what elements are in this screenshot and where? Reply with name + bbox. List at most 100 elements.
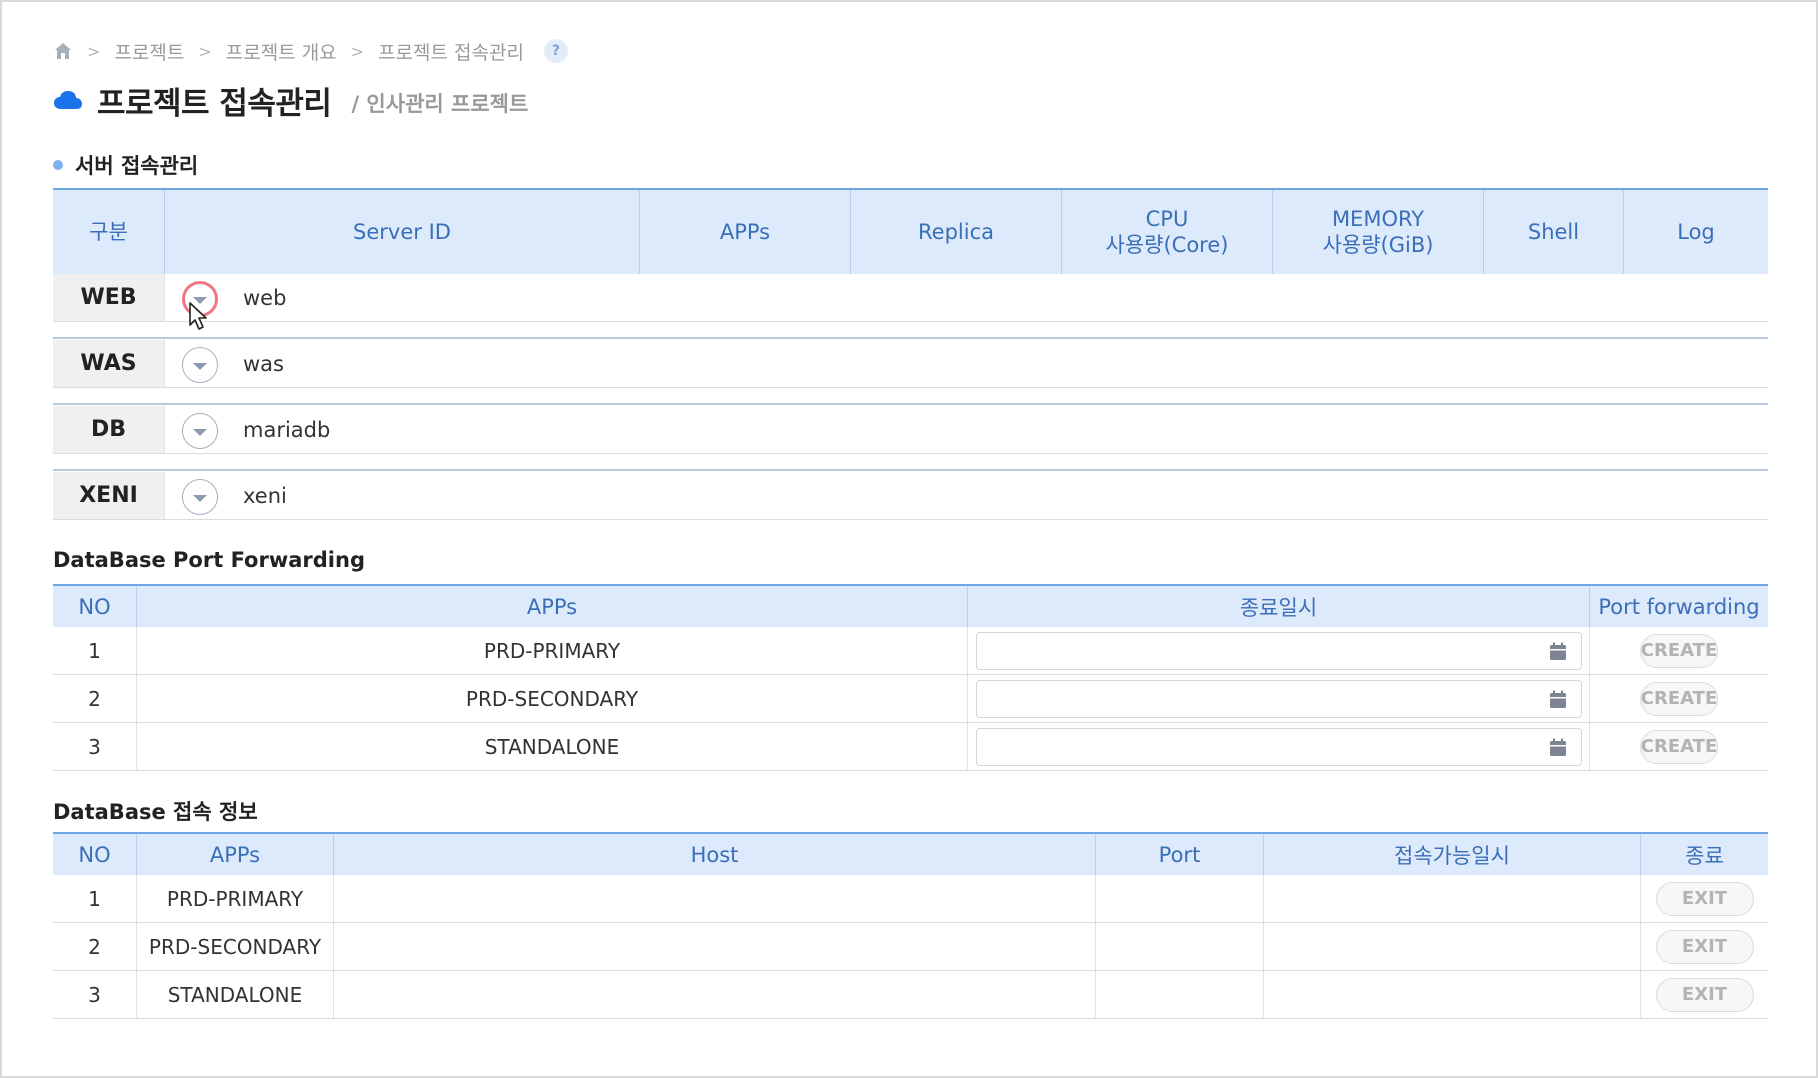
- row-port: [1095, 923, 1263, 970]
- server-table-header: 구분 Server ID APPs Replica CPU 사용량(Core) …: [53, 188, 1768, 274]
- row-app: STANDALONE: [136, 723, 967, 770]
- col-replica: Replica: [850, 190, 1061, 274]
- port-forwarding-title: DataBase Port Forwarding: [53, 548, 365, 572]
- row-no: 3: [88, 734, 101, 759]
- help-icon[interactable]: ?: [543, 39, 568, 63]
- title-row: 프로젝트 접속관리 / 인사관리 프로젝트: [53, 80, 529, 122]
- chevron-right-icon: >: [198, 41, 212, 61]
- server-id-text: was: [243, 352, 284, 376]
- calendar-icon[interactable]: [1549, 690, 1567, 709]
- bullet-dot-icon: [53, 160, 63, 170]
- row-available: [1263, 971, 1640, 1018]
- row-no: 2: [88, 686, 101, 711]
- col-no: NO: [78, 594, 111, 619]
- row-port: [1095, 875, 1263, 922]
- server-id-cell: xeni: [164, 472, 1768, 519]
- calendar-icon[interactable]: [1549, 642, 1567, 661]
- col-apps: APPs: [639, 190, 850, 274]
- col-end-datetime: 종료일시: [967, 586, 1589, 627]
- row-divider: [53, 337, 1768, 339]
- server-id-text: xeni: [243, 484, 287, 508]
- connection-info-header: NO APPs Host Port 접속가능일시 종료: [53, 832, 1768, 875]
- breadcrumb-item-project[interactable]: 프로젝트: [114, 38, 184, 65]
- server-id-text: web: [243, 286, 287, 310]
- col-cpu-line1: CPU: [1145, 207, 1189, 231]
- col-memory: MEMORY 사용량(GiB): [1272, 190, 1483, 274]
- row-host: [333, 875, 1095, 922]
- row-host: [333, 971, 1095, 1018]
- cloud-icon: [54, 91, 82, 109]
- table-row: 3 STANDALONE EXIT: [53, 971, 1768, 1019]
- col-gubun: 구분: [89, 220, 128, 244]
- exit-button[interactable]: EXIT: [1655, 881, 1754, 916]
- row-app: PRD-PRIMARY: [136, 875, 333, 922]
- end-datetime-cell: [967, 723, 1589, 770]
- page-subtitle: / 인사관리 프로젝트: [351, 92, 529, 116]
- breadcrumb-item-access[interactable]: 프로젝트 접속관리: [378, 38, 524, 65]
- calendar-icon[interactable]: [1549, 738, 1567, 757]
- end-datetime-input[interactable]: [975, 727, 1582, 766]
- connection-info-table: NO APPs Host Port 접속가능일시 종료 1 PRD-PRIMAR…: [53, 832, 1768, 1019]
- action-cell: EXIT: [1640, 971, 1768, 1018]
- row-available: [1263, 923, 1640, 970]
- table-row: 1 PRD-PRIMARY EXIT: [53, 875, 1768, 923]
- exit-button[interactable]: EXIT: [1655, 929, 1754, 964]
- row-no: 1: [88, 638, 101, 663]
- table-row: 1 PRD-PRIMARY CREATE: [53, 627, 1768, 675]
- row-available: [1263, 875, 1640, 922]
- end-datetime-cell: [967, 627, 1589, 674]
- col-port-forwarding: Port forwarding: [1589, 586, 1768, 627]
- exit-button[interactable]: EXIT: [1655, 977, 1754, 1012]
- page-title: 프로젝트 접속관리: [97, 85, 332, 122]
- server-section-title: 서버 접속관리: [75, 154, 199, 178]
- expand-toggle-button[interactable]: [182, 347, 218, 383]
- server-row-xeni: XENI xeni: [53, 472, 1768, 520]
- col-exit: 종료: [1640, 834, 1768, 875]
- row-host: [333, 923, 1095, 970]
- chevron-right-icon: >: [87, 41, 101, 61]
- port-forwarding-table: NO APPs 종료일시 Port forwarding 1 PRD-PRIMA…: [53, 584, 1768, 771]
- chevron-down-icon: [193, 428, 207, 436]
- server-id-cell: was: [164, 340, 1768, 387]
- action-cell: EXIT: [1640, 875, 1768, 922]
- server-type-label: WEB: [53, 274, 164, 321]
- row-no: 3: [88, 982, 101, 1007]
- action-cell: CREATE: [1589, 723, 1768, 770]
- row-app: STANDALONE: [136, 971, 333, 1018]
- server-id-cell: mariadb: [164, 406, 1768, 453]
- server-id-cell: web: [164, 274, 1768, 330]
- server-table: 구분 Server ID APPs Replica CPU 사용량(Core) …: [53, 188, 1768, 520]
- expand-toggle-button[interactable]: [182, 479, 218, 515]
- breadcrumb-item-overview[interactable]: 프로젝트 개요: [226, 38, 337, 65]
- row-divider: [53, 403, 1768, 405]
- row-app: PRD-SECONDARY: [136, 675, 967, 722]
- col-cpu-line2: 사용량(Core): [1105, 233, 1229, 257]
- row-app: PRD-SECONDARY: [136, 923, 333, 970]
- table-row: 2 PRD-SECONDARY EXIT: [53, 923, 1768, 971]
- server-section-heading: 서버 접속관리: [53, 150, 198, 180]
- col-log: Log: [1623, 190, 1768, 274]
- create-button[interactable]: CREATE: [1640, 681, 1718, 716]
- expand-toggle-button[interactable]: [182, 413, 218, 449]
- row-no: 2: [88, 934, 101, 959]
- end-datetime-input[interactable]: [975, 631, 1582, 670]
- port-forwarding-heading: DataBase Port Forwarding: [53, 548, 365, 572]
- create-button[interactable]: CREATE: [1640, 729, 1718, 764]
- col-port: Port: [1095, 834, 1263, 875]
- col-memory-line2: 사용량(GiB): [1322, 233, 1434, 257]
- row-app: PRD-PRIMARY: [136, 627, 967, 674]
- connection-info-heading: DataBase 접속 정보: [53, 796, 258, 826]
- server-id-text: mariadb: [243, 418, 331, 442]
- chevron-down-icon: [193, 494, 207, 502]
- chevron-down-icon: [193, 362, 207, 370]
- col-available-datetime: 접속가능일시: [1263, 834, 1640, 875]
- breadcrumb: > 프로젝트 > 프로젝트 개요 > 프로젝트 접속관리 ?: [53, 38, 568, 64]
- row-divider: [53, 469, 1768, 471]
- create-button[interactable]: CREATE: [1640, 633, 1718, 668]
- col-server-id: Server ID: [164, 190, 639, 274]
- home-icon[interactable]: [53, 41, 73, 61]
- end-datetime-input[interactable]: [975, 679, 1582, 718]
- server-row-was: WAS was: [53, 340, 1768, 388]
- connection-info-title: DataBase 접속 정보: [53, 800, 258, 824]
- col-memory-line1: MEMORY: [1331, 207, 1425, 231]
